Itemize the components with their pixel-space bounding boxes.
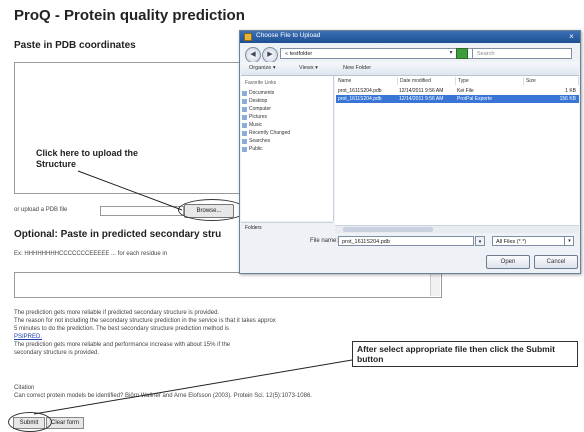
nav-item-searches[interactable]: Searches <box>242 138 270 145</box>
nav-item-documents[interactable]: Documents <box>242 90 274 97</box>
file-date: 12/14/2011 9:56 AM <box>399 96 444 102</box>
computer-icon <box>242 107 247 112</box>
forward-arrow-icon[interactable]: ▶ <box>262 47 278 63</box>
file-name-label: File name: <box>310 238 339 244</box>
folder-icon <box>244 33 252 41</box>
chevron-down-icon[interactable]: ▾ <box>475 236 485 246</box>
file-upload-dialog: Choose File to Upload × ◀ ▶ « testfolder… <box>239 30 581 274</box>
dialog-title-bar[interactable]: Choose File to Upload × <box>240 31 580 43</box>
chevron-down-icon[interactable]: ▾ <box>446 48 456 59</box>
nav-item-desktop[interactable]: Desktop <box>242 98 267 105</box>
nav-item-computer[interactable]: Computer <box>242 106 271 113</box>
back-arrow-icon[interactable]: ◀ <box>245 47 261 63</box>
public-folder-icon <box>242 147 247 152</box>
open-button[interactable]: Open <box>486 255 530 269</box>
desktop-icon <box>242 99 247 104</box>
nav-item-pictures[interactable]: Pictures <box>242 114 267 121</box>
file-name-input[interactable]: prot_1611S204.pdb <box>338 236 474 246</box>
file-name: prot_1611S204.pdb <box>338 88 382 94</box>
column-header-size[interactable]: Size <box>524 77 579 85</box>
submit-arrow <box>33 359 353 415</box>
horizontal-scrollbar[interactable] <box>335 225 579 233</box>
navigation-pane: Favorite Links Documents Desktop Compute… <box>241 76 334 221</box>
file-date: 12/14/2011 9:56 AM <box>399 88 444 94</box>
file-type-value: All Files (*.*) <box>496 239 527 245</box>
column-header-date[interactable]: Date modified <box>398 77 456 85</box>
recent-icon <box>242 131 247 136</box>
search-input[interactable]: Search <box>472 48 572 59</box>
column-header-name[interactable]: Name <box>336 77 398 85</box>
nav-item-music[interactable]: Music <box>242 122 262 129</box>
favorites-heading: Favorite Links <box>245 80 277 86</box>
nav-item-public[interactable]: Public <box>242 146 263 153</box>
close-icon[interactable]: × <box>566 32 577 41</box>
column-header-type[interactable]: Type <box>456 77 524 85</box>
music-icon <box>242 123 247 128</box>
upload-arrow <box>77 170 183 211</box>
documents-icon <box>242 91 247 96</box>
refresh-icon[interactable] <box>456 48 468 59</box>
file-type-select[interactable]: All Files (*.*) <box>492 236 574 246</box>
organize-menu[interactable]: Organize ▾ <box>249 64 276 73</box>
new-folder-button[interactable]: New Folder <box>343 64 371 73</box>
file-row[interactable]: prot_1611S204.pdb 12/14/2011 9:56 AM Kei… <box>336 87 579 95</box>
views-menu[interactable]: Views ▾ <box>299 64 318 73</box>
pictures-icon <box>242 115 247 120</box>
chevron-down-icon[interactable]: ▾ <box>564 236 574 246</box>
cancel-button[interactable]: Cancel <box>534 255 578 269</box>
dialog-toolbar: Organize ▾ Views ▾ New Folder <box>241 62 579 76</box>
file-name: prot_1611S204.pdb <box>338 96 382 102</box>
file-size: 156 KB <box>559 96 576 102</box>
search-icon <box>242 139 247 144</box>
file-row-selected[interactable]: prot_1611S204.pdb 12/14/2011 9:56 AM Pro… <box>336 95 579 103</box>
file-type: Kei File <box>457 88 474 94</box>
file-size: 1 KB <box>565 88 576 94</box>
nav-item-recently-changed[interactable]: Recently Changed <box>242 130 290 137</box>
dialog-title: Choose File to Upload <box>256 32 321 39</box>
file-type: ProtPal Exporte <box>457 96 493 102</box>
scrollbar-thumb[interactable] <box>343 227 433 232</box>
folders-toggle[interactable]: Folders <box>241 222 333 232</box>
